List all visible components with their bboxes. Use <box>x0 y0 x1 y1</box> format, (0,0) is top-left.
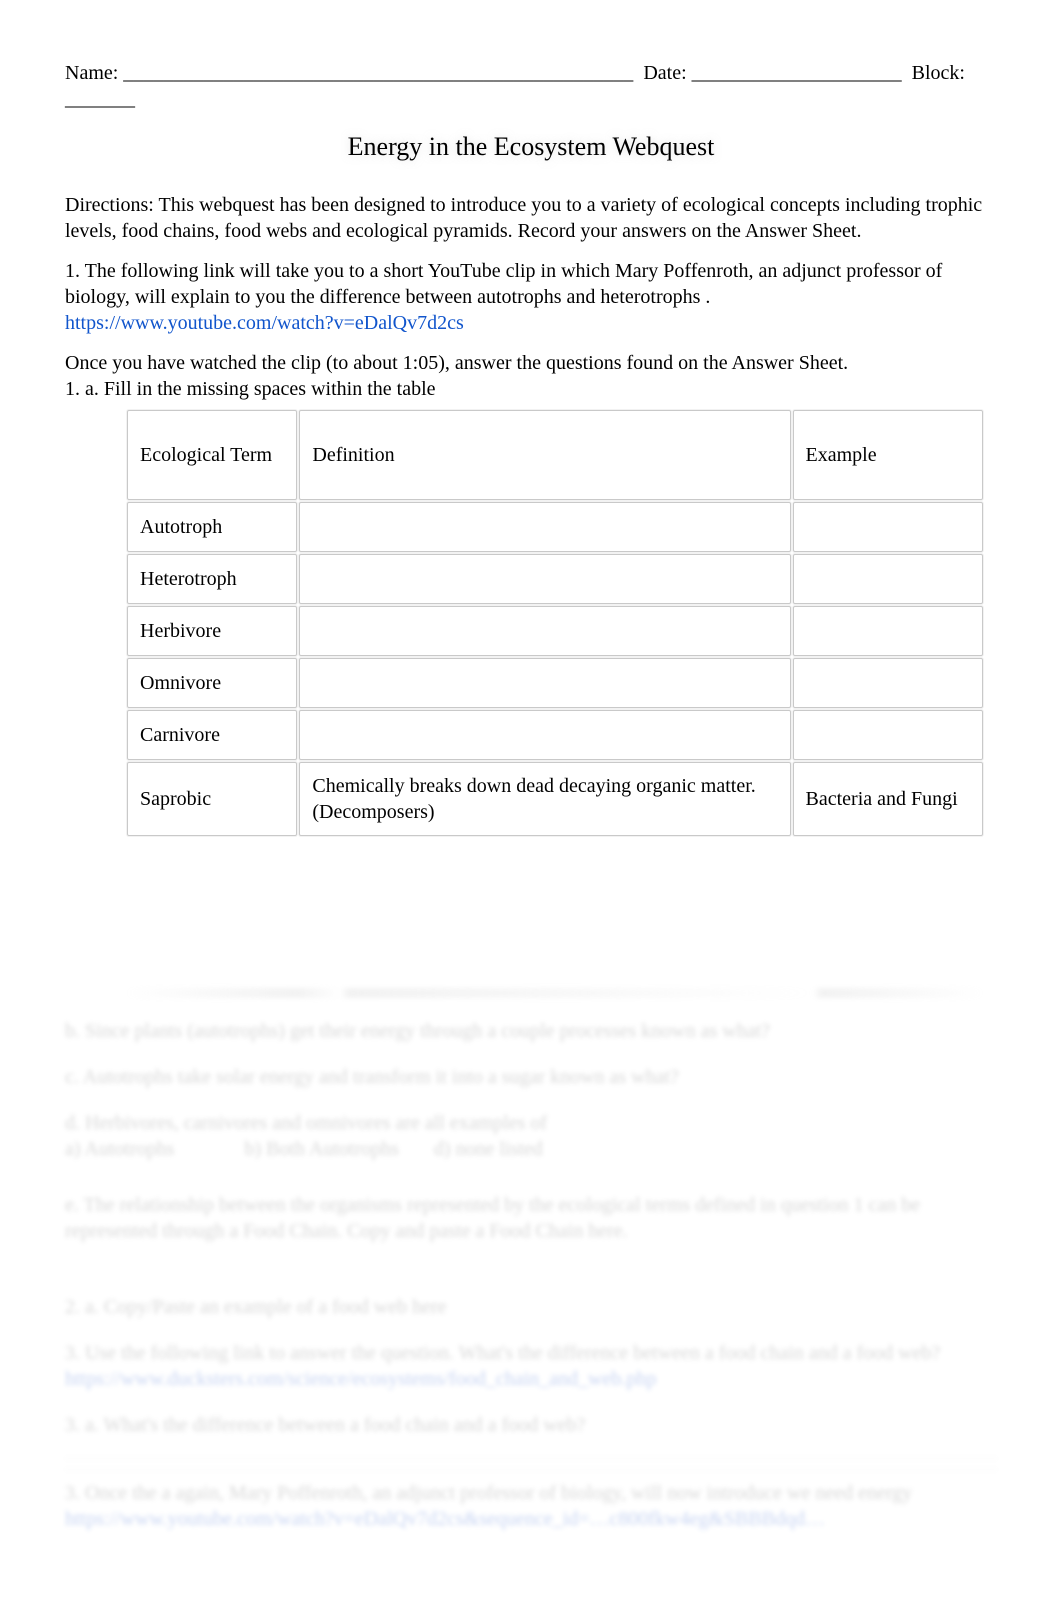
cell-ex <box>793 502 983 552</box>
faded-line: c. Autotrophs take solar energy and tran… <box>65 1064 997 1090</box>
cell-ex <box>793 658 983 708</box>
cell-term: Omnivore <box>127 658 297 708</box>
cell-def <box>299 710 790 760</box>
faded-line: 2. a. Copy/Paste an example of a food we… <box>65 1294 997 1320</box>
cell-term: Saprobic <box>127 762 297 836</box>
table-row: Heterotroph <box>127 554 983 604</box>
cell-term: Herbivore <box>127 606 297 656</box>
after-clip-text: Once you have watched the clip (to about… <box>65 350 997 376</box>
table-header-row: Ecological Term Definition Example <box>127 410 983 500</box>
directions-text: Directions: This webquest has been desig… <box>65 192 997 244</box>
cell-term: Autotroph <box>127 502 297 552</box>
faded-link: https://www.youtube.com/watch?v=eDalQv7d… <box>65 1508 825 1530</box>
question-1a-text: 1. a. Fill in the missing spaces within … <box>65 376 997 402</box>
cell-def <box>299 658 790 708</box>
faded-line: d. Herbivores, carnivores and omnivores … <box>65 1110 997 1162</box>
cell-def: Chemically breaks down dead decaying org… <box>299 762 790 836</box>
faded-hr <box>65 1469 997 1470</box>
cell-def <box>299 606 790 656</box>
th-ex: Example <box>793 410 983 500</box>
faded-preview-section: b. Since plants (autotrophs) get their e… <box>65 988 997 1532</box>
faded-link: https://www.ducksters.com/science/ecosys… <box>65 1368 656 1390</box>
eco-terms-table: Ecological Term Definition Example Autot… <box>125 408 985 838</box>
table-row: Carnivore <box>127 710 983 760</box>
cell-ex <box>793 554 983 604</box>
cell-ex <box>793 710 983 760</box>
faded-line: e. The relationship between the organism… <box>65 1192 997 1244</box>
faded-line: 3. Once the a again, Mary Poffenroth, an… <box>65 1480 997 1532</box>
date-field-label: Date: _____________________ <box>643 62 901 84</box>
cell-def <box>299 554 790 604</box>
cell-def <box>299 502 790 552</box>
table-row: Saprobic Chemically breaks down dead dec… <box>127 762 983 836</box>
faded-line: b. Since plants (autotrophs) get their e… <box>65 1018 997 1044</box>
eco-terms-table-wrap: Ecological Term Definition Example Autot… <box>125 408 997 838</box>
cell-term: Heterotroph <box>127 554 297 604</box>
page-title: Energy in the Ecosystem Webquest <box>65 130 997 164</box>
header-line: Name: __________________________________… <box>65 60 997 112</box>
table-row: Autotroph <box>127 502 983 552</box>
table-row: Omnivore <box>127 658 983 708</box>
faded-line: 3. a. What's the difference between a fo… <box>65 1412 997 1438</box>
th-term: Ecological Term <box>127 410 297 500</box>
name-field-label: Name: __________________________________… <box>65 62 633 84</box>
table-ghost-divider <box>125 988 985 998</box>
faded-hr <box>65 1458 997 1459</box>
youtube-link[interactable]: https://www.youtube.com/watch?v=eDalQv7d… <box>65 312 464 334</box>
faded-line: 3. Use the following link to answer the … <box>65 1340 997 1392</box>
th-def: Definition <box>299 410 790 500</box>
cell-ex: Bacteria and Fungi <box>793 762 983 836</box>
cell-ex <box>793 606 983 656</box>
cell-term: Carnivore <box>127 710 297 760</box>
question-1-intro: 1. The following link will take you to a… <box>65 258 997 336</box>
table-row: Herbivore <box>127 606 983 656</box>
